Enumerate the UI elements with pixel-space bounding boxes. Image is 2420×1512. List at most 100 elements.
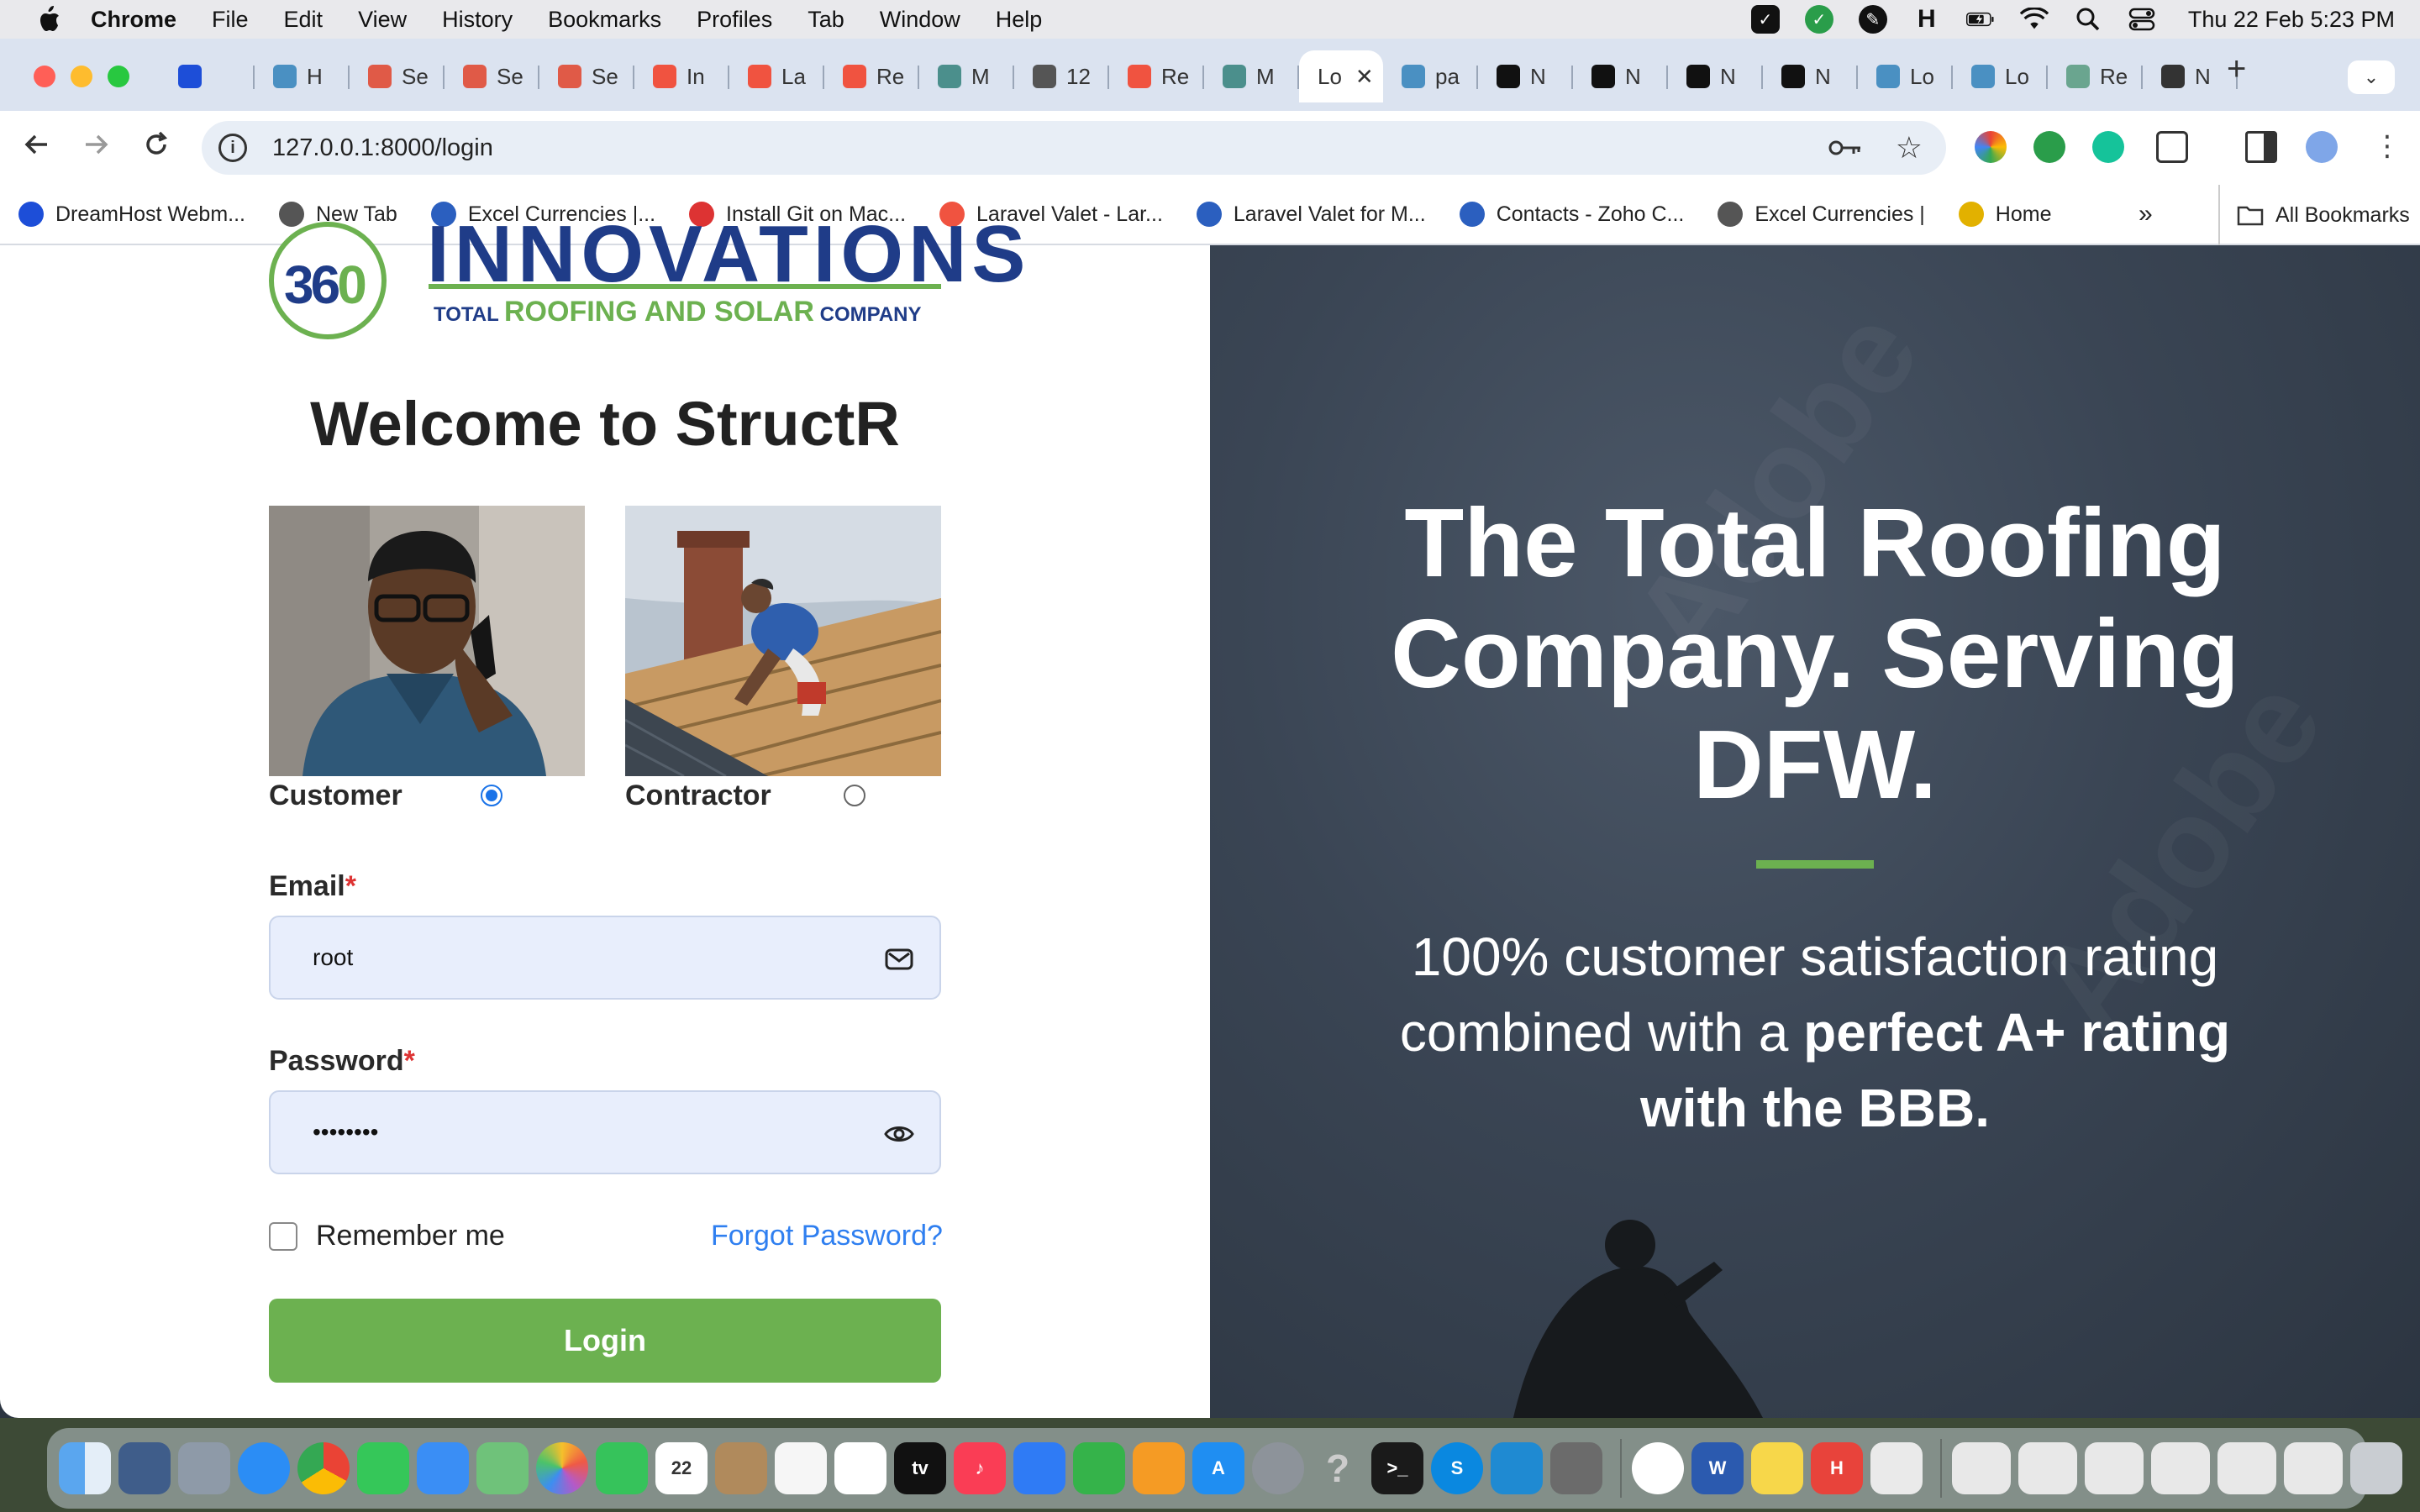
browser-tab[interactable]: Re [2048,50,2143,102]
customer-radio[interactable] [481,785,502,806]
extensions-puzzle-icon[interactable] [2156,131,2188,163]
vscode-icon[interactable] [1491,1442,1543,1494]
browser-tab[interactable]: H [255,50,350,102]
browser-tab[interactable]: In [634,50,729,102]
tab-search-chevron-icon[interactable]: ⌄ [2348,60,2395,94]
system-settings-icon[interactable] [1252,1442,1304,1494]
browser-tab[interactable]: M [919,50,1014,102]
bookmark-item[interactable]: Home [1958,202,2051,227]
browser-tab[interactable]: Se [445,50,539,102]
remember-me-checkbox[interactable] [269,1221,297,1251]
password-field[interactable]: •••••••• [269,1090,941,1174]
tips-question-icon[interactable]: ? [1312,1442,1364,1494]
more-menu-icon[interactable]: ⋮ [2373,129,2402,163]
browser-tab[interactable]: Lo ✕ [1299,50,1383,102]
side-panel-icon[interactable] [2245,131,2277,163]
browser-tab[interactable]: Lo [1953,50,2048,102]
menu-edit[interactable]: Edit [284,7,324,33]
feather-status-icon[interactable]: ✎ [1858,5,1887,34]
browser-tab[interactable]: N [1763,50,1858,102]
forward-arrow-icon[interactable] [81,129,111,167]
browser-tab[interactable]: 12 [1014,50,1109,102]
mysql-workbench-icon[interactable] [118,1442,171,1494]
browser-tab[interactable] [160,50,255,102]
mail-icon[interactable] [417,1442,469,1494]
h-status-icon[interactable]: H [1912,5,1941,34]
menu-history[interactable]: History [442,7,513,33]
checklist-status-icon[interactable]: ✓ [1750,5,1780,34]
spotlight-search-icon[interactable] [2074,5,2102,34]
browser-tab[interactable]: N [1668,50,1763,102]
new-tab-plus-icon[interactable]: + [2227,50,2246,88]
bookmark-item[interactable]: Excel Currencies | [1718,202,1925,227]
address-url[interactable]: 127.0.0.1:8000/login [272,134,493,162]
trash-icon[interactable] [2350,1442,2402,1494]
numbers-icon[interactable] [1073,1442,1125,1494]
close-window-button[interactable] [34,66,55,87]
grammarly-extension-icon[interactable] [2092,131,2124,163]
customer-image[interactable] [269,506,585,776]
freeform-icon[interactable] [834,1442,886,1494]
calculator-icon[interactable] [1550,1442,1602,1494]
login-button[interactable]: Login [269,1299,941,1383]
reload-icon[interactable] [141,129,171,167]
contractor-image[interactable] [625,506,941,776]
recent-window-thumbnail[interactable] [2217,1442,2276,1494]
menu-profiles[interactable]: Profiles [697,7,772,33]
browser-tab[interactable]: M [1204,50,1299,102]
forgot-password-link[interactable]: Forgot Password? [711,1220,943,1252]
ticktick-icon[interactable] [1632,1442,1684,1494]
calendar-icon[interactable]: 22 [655,1442,708,1494]
more-bookmarks-chevron-icon[interactable]: » [2139,200,2153,228]
zoom-window-button[interactable] [108,66,129,87]
battery-icon[interactable] [1965,5,1995,34]
safari-icon[interactable] [238,1442,290,1494]
menu-window[interactable]: Window [880,7,960,33]
word-icon[interactable]: W [1691,1442,1744,1494]
email-field[interactable]: root [269,916,941,1000]
menu-app-name[interactable]: Chrome [91,7,176,33]
bookmark-item[interactable]: Contacts - Zoho C... [1459,202,1684,227]
browser-tab[interactable]: N [1478,50,1573,102]
contractor-radio[interactable] [844,785,865,806]
app-store-icon[interactable]: A [1192,1442,1244,1494]
bookmark-item[interactable]: Laravel Valet for M... [1196,202,1426,227]
menu-tab[interactable]: Tab [808,7,844,33]
music-icon[interactable]: ♪ [954,1442,1006,1494]
launchpad-icon[interactable] [178,1442,230,1494]
menu-view[interactable]: View [358,7,407,33]
recent-window-thumbnail[interactable] [2085,1442,2144,1494]
browser-tab[interactable]: Se [350,50,445,102]
apple-tv-icon[interactable]: tv [894,1442,946,1494]
clock[interactable]: Thu 22 Feb 5:23 PM [2188,7,2395,33]
menu-bookmarks[interactable]: Bookmarks [548,7,661,33]
notes-icon[interactable] [1751,1442,1803,1494]
grammar-status-icon[interactable]: ✓ [1804,5,1833,34]
extension-check-icon[interactable] [2033,131,2065,163]
eye-icon[interactable] [884,1119,914,1149]
profile-avatar-icon[interactable] [2306,131,2338,163]
recent-window-thumbnail[interactable] [2018,1442,2077,1494]
browser-tab[interactable]: Re [1109,50,1204,102]
bookmark-item[interactable]: DreamHost Webm... [18,202,245,227]
password-key-icon[interactable] [1828,133,1862,164]
browser-tab[interactable]: La [729,50,824,102]
h-app-icon[interactable]: H [1811,1442,1863,1494]
recent-window-thumbnail[interactable] [1952,1442,2011,1494]
facetime-icon[interactable] [596,1442,648,1494]
messages-icon[interactable] [357,1442,409,1494]
close-tab-icon[interactable]: ✕ [1355,64,1374,90]
textedit-icon[interactable] [1870,1442,1923,1494]
contacts-icon[interactable] [715,1442,767,1494]
browser-tab[interactable]: Se [539,50,634,102]
browser-tab[interactable]: N [1573,50,1668,102]
skype-icon[interactable]: S [1431,1442,1483,1494]
all-bookmarks-folder[interactable]: All Bookmarks [2218,185,2410,245]
terminal-icon[interactable]: >_ [1371,1442,1423,1494]
menu-help[interactable]: Help [996,7,1043,33]
minimize-window-button[interactable] [71,66,92,87]
remember-me[interactable]: Remember me [269,1220,505,1252]
site-info-icon[interactable]: i [218,134,247,162]
back-arrow-icon[interactable] [22,129,52,167]
recent-window-thumbnail[interactable] [2284,1442,2343,1494]
